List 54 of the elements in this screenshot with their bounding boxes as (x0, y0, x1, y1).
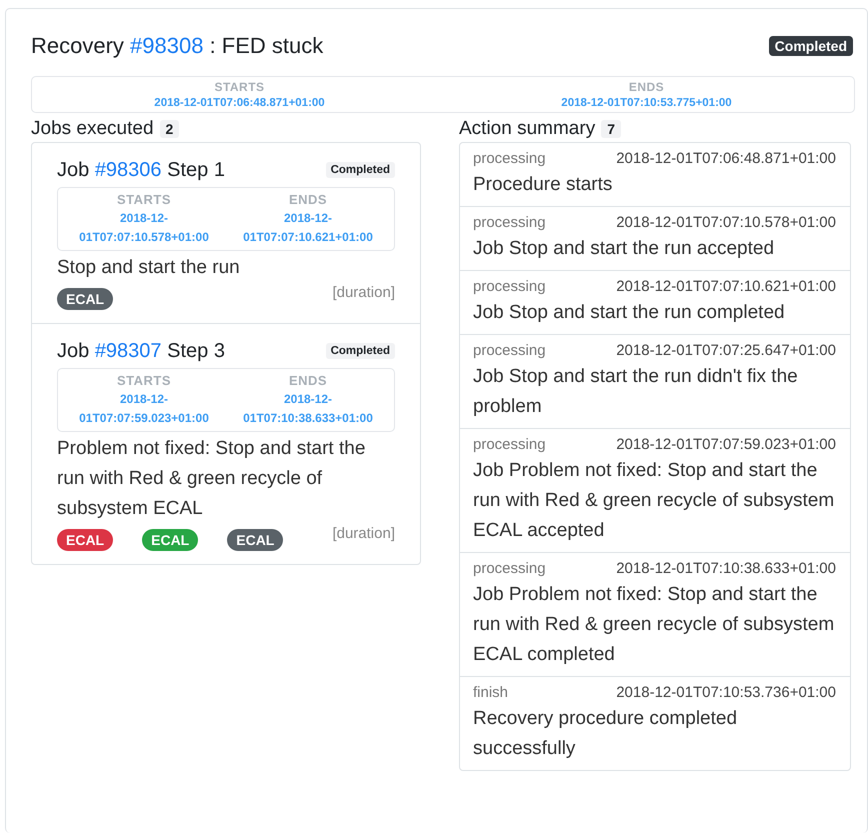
start-time: 2018-12-01T07:07:59.023+01:00 (78, 391, 210, 427)
action-message: Job Stop and start the run completed (473, 301, 786, 325)
status-badge: Completed (326, 162, 395, 178)
action-message: Recovery procedure completed successfully (473, 707, 738, 761)
action-time: 2018-12-01T07:07:10.578+01:00 (616, 213, 836, 233)
action-type: processing (473, 559, 546, 579)
job-title: Job #98307 Step 3 (57, 339, 225, 364)
jobs-heading: Jobs executed (31, 118, 154, 140)
end-time: 2018-12-01T07:10:38.633+01:00 (242, 391, 374, 427)
starts-label: STARTS (214, 79, 265, 96)
count-badge: 7 (601, 120, 621, 138)
action-message: Job Problem not fixed: Stop and start the run with Red & green recycle of subsystem ECAL accepted (473, 459, 836, 543)
subsystem-tag: ECAL (227, 529, 284, 551)
duration-text: [duration] (332, 525, 395, 542)
action-message: Procedure starts (473, 173, 614, 197)
ends-label: ENDS (288, 191, 328, 209)
starts-label: STARTS (116, 191, 172, 209)
start-time: 2018-12-01T07:07:10.578+01:00 (78, 210, 210, 246)
end-time: 2018-12-01T07:10:53.775+01:00 (561, 96, 732, 110)
ends-label: ENDS (288, 372, 328, 390)
job-title: Job #98306 Step 1 (57, 158, 225, 183)
action-time: 2018-12-01T07:10:53.736+01:00 (616, 683, 836, 703)
subsystem-tag: ECAL (57, 529, 114, 551)
action-type: processing (473, 277, 546, 297)
status-badge: Completed (768, 36, 853, 56)
action-type: processing (473, 149, 546, 169)
action-time: 2018-12-01T07:07:59.023+01:00 (616, 435, 836, 455)
action-type: processing (473, 435, 546, 455)
duration-text: [duration] (332, 284, 395, 301)
recovery-title: Recovery #98308 : FED stuck (31, 33, 324, 59)
job-description: Problem not fixed: Stop and start the run with Red & green recycle of subsystem ECAL (57, 437, 366, 521)
recovery-link[interactable]: #98308 (130, 33, 204, 58)
action-time: 2018-12-01T07:06:48.871+01:00 (616, 149, 836, 169)
action-type: processing (473, 213, 546, 233)
action-type: finish (473, 683, 508, 703)
subsystem-tag: ECAL (142, 529, 198, 551)
count-badge: 2 (160, 120, 180, 138)
start-time: 2018-12-01T07:06:48.871+01:00 (154, 96, 325, 110)
job-description: Stop and start the run (57, 256, 241, 280)
action-message: Job Stop and start the run didn't fix the problem (473, 365, 799, 419)
job-link[interactable]: #98306 (94, 159, 162, 181)
actions-heading: Action summary (459, 118, 596, 140)
status-badge: Completed (326, 343, 395, 359)
starts-label: STARTS (116, 372, 172, 390)
action-time: 2018-12-01T07:07:25.647+01:00 (616, 341, 836, 361)
subsystem-tag: ECAL (57, 288, 114, 310)
job-link[interactable]: #98307 (94, 340, 162, 362)
action-time: 2018-12-01T07:07:10.621+01:00 (616, 277, 836, 297)
ends-label: ENDS (628, 79, 664, 96)
end-time: 2018-12-01T07:07:10.621+01:00 (242, 210, 374, 246)
action-time: 2018-12-01T07:10:38.633+01:00 (616, 559, 836, 579)
action-message: Job Stop and start the run accepted (473, 237, 776, 261)
action-type: processing (473, 341, 546, 361)
action-message: Job Problem not fixed: Stop and start the run with Red & green recycle of subsystem ECAL completed (473, 583, 836, 667)
